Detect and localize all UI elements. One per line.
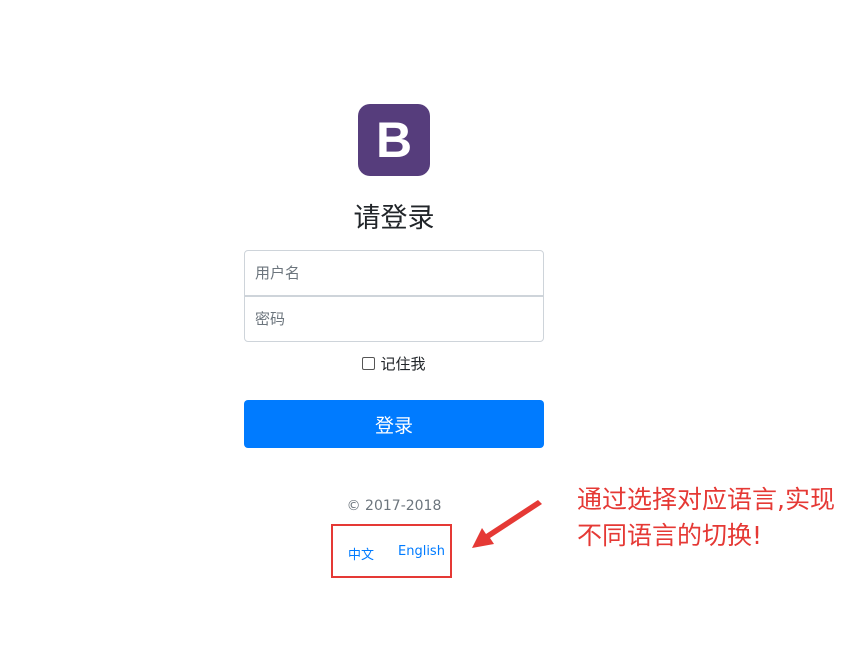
username-input[interactable] bbox=[244, 250, 544, 296]
language-link-english[interactable]: English bbox=[398, 544, 445, 559]
annotation-arrow-icon bbox=[472, 500, 542, 548]
login-page: B 请登录 记住我 登录 © 2017-2018 中文 English 通过选择… bbox=[0, 0, 849, 656]
language-link-chinese[interactable]: 中文 bbox=[348, 544, 374, 563]
remember-me[interactable]: 记住我 bbox=[244, 353, 544, 374]
bootstrap-logo: B bbox=[358, 104, 430, 176]
password-input[interactable] bbox=[244, 296, 544, 342]
login-button[interactable]: 登录 bbox=[244, 400, 544, 448]
logo-letter: B bbox=[375, 112, 413, 168]
remember-checkbox[interactable] bbox=[362, 357, 376, 370]
remember-label: 记住我 bbox=[380, 355, 426, 373]
page-title: 请登录 bbox=[353, 203, 435, 234]
annotation-text: 通过选择对应语言,实现不同语言的切换! bbox=[577, 485, 835, 550]
